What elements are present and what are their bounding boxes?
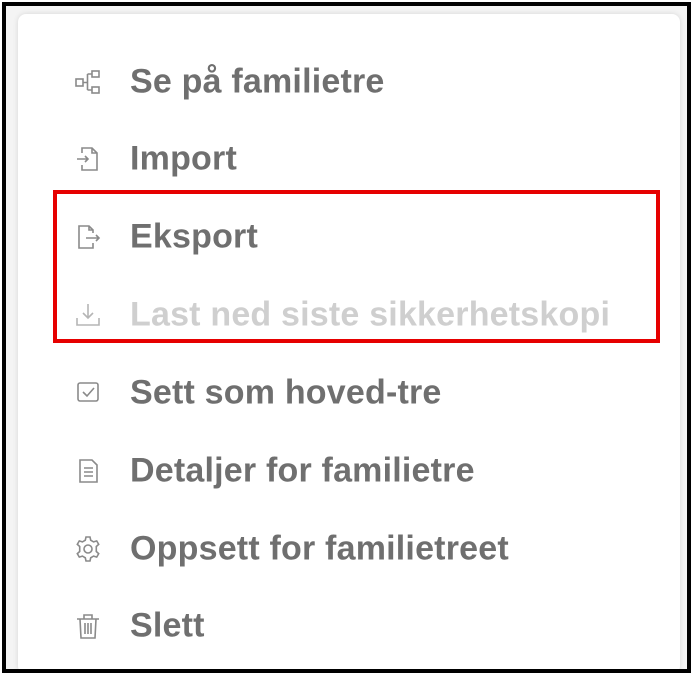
menu-item-import[interactable]: Import	[18, 129, 680, 189]
menu-item-label: Import	[130, 139, 237, 178]
trash-icon	[74, 612, 102, 640]
import-icon	[74, 145, 102, 173]
menu-item-set-as-main-tree[interactable]: Sett som hoved-tre	[18, 363, 680, 423]
menu-item-download-latest-backup: Last ned siste sikkerhetskopi	[18, 285, 680, 345]
menu-item-family-tree-details[interactable]: Detaljer for familietre	[18, 441, 680, 501]
menu-item-delete[interactable]: Slett	[18, 596, 680, 656]
screenshot-frame: Se på familietre Import Eksport Last ned…	[2, 2, 691, 673]
menu-item-label: Oppsett for familietreet	[130, 529, 509, 568]
menu-item-label: Se på familietre	[130, 62, 385, 101]
menu-item-label: Detaljer for familietre	[130, 451, 475, 490]
menu-item-export[interactable]: Eksport	[18, 207, 680, 267]
menu-item-label: Slett	[130, 606, 205, 645]
details-icon	[74, 457, 102, 485]
gear-icon	[74, 535, 102, 563]
menu-item-label: Eksport	[130, 217, 258, 256]
tree-options-menu: Se på familietre Import Eksport Last ned…	[18, 14, 680, 669]
menu-item-label: Last ned siste sikkerhetskopi	[130, 295, 611, 334]
download-icon	[74, 301, 102, 329]
checkbox-icon	[74, 379, 102, 407]
menu-item-family-tree-settings[interactable]: Oppsett for familietreet	[18, 519, 680, 579]
export-icon	[74, 223, 102, 251]
menu-item-view-family-tree[interactable]: Se på familietre	[18, 52, 680, 112]
menu-item-label: Sett som hoved-tre	[130, 373, 442, 412]
family-tree-icon	[74, 68, 102, 96]
